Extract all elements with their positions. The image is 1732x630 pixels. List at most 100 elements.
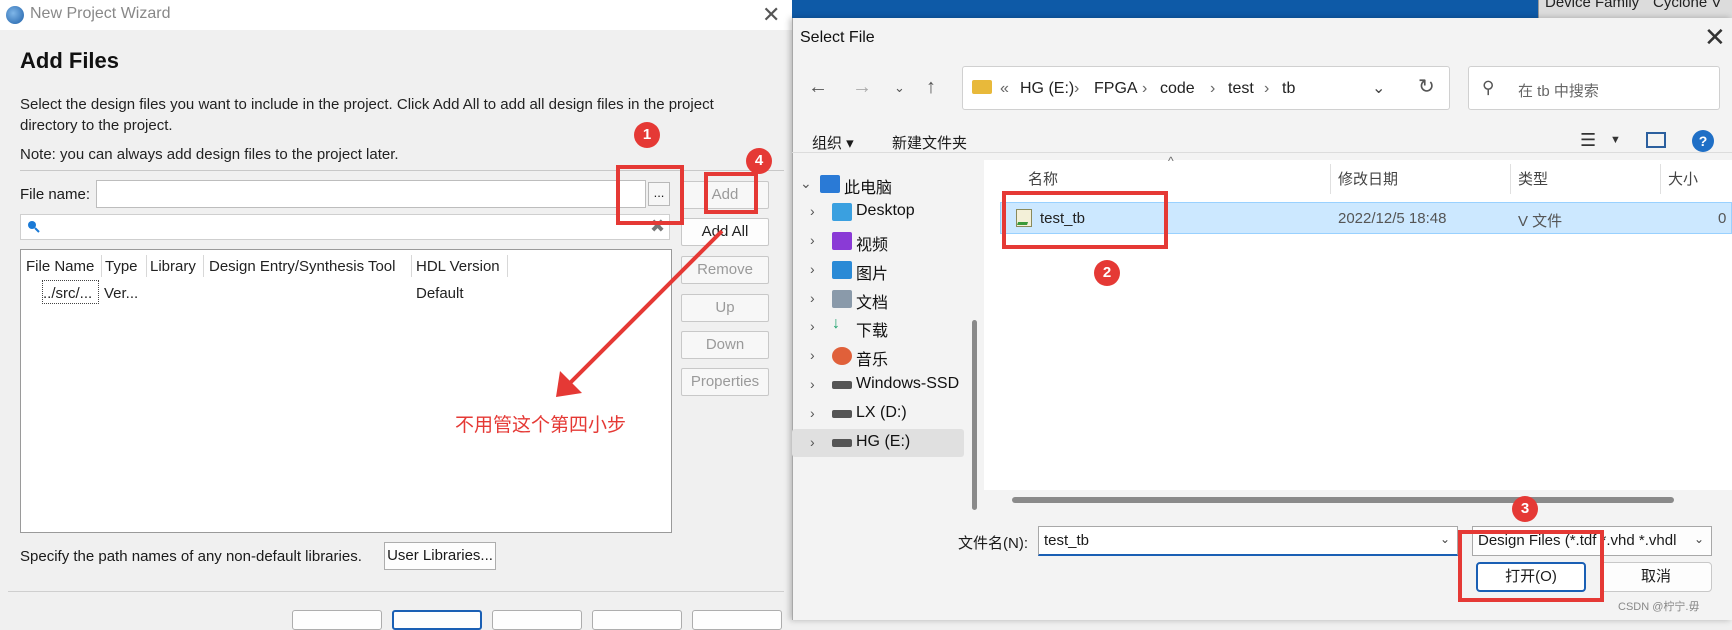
chevron-right-icon[interactable]: › — [810, 318, 815, 334]
tree-item-windows-ssd[interactable]: › Windows-SSD — [792, 371, 964, 399]
table-cell-type[interactable]: Ver... — [104, 285, 138, 302]
view-dropdown-icon[interactable]: ▼ — [1610, 134, 1621, 146]
help-icon[interactable]: ? — [1692, 130, 1714, 152]
tree-item-music[interactable]: › 音乐 — [792, 342, 964, 370]
desktop-icon — [832, 203, 852, 221]
table-cell-hdl-version[interactable]: Default — [416, 285, 464, 302]
chevron-right-icon[interactable]: › — [810, 347, 815, 363]
column-header[interactable]: Design Entry/Synthesis Tool — [209, 258, 395, 275]
toolbar-divider — [792, 152, 1732, 153]
column-header-name[interactable]: 名称 — [1028, 168, 1058, 189]
tree-item-downloads[interactable]: › ↓ 下载 — [792, 313, 964, 341]
watermark: CSDN @柠宁.毋 — [1618, 601, 1700, 613]
breadcrumb-item[interactable]: test — [1228, 80, 1254, 98]
device-family-value: Cyclone V — [1653, 0, 1722, 11]
back-arrow-icon[interactable]: ← — [808, 76, 828, 99]
next-button[interactable] — [392, 610, 482, 630]
tree-item-pictures[interactable]: › 图片 — [792, 256, 964, 284]
tree-item-label: 此电脑 — [844, 180, 893, 197]
tree-item-desktop[interactable]: › Desktop — [792, 198, 964, 226]
back-button[interactable] — [292, 610, 382, 630]
tree-item-label: Windows-SSD — [856, 375, 960, 392]
chevron-right-icon[interactable]: › — [810, 405, 815, 421]
column-separator[interactable] — [1660, 164, 1661, 194]
column-separator[interactable] — [1330, 164, 1331, 194]
cancel-button[interactable]: 取消 — [1600, 562, 1712, 592]
column-separator[interactable] — [1510, 164, 1511, 194]
column-header[interactable]: HDL Version — [416, 258, 500, 275]
tree-item-videos[interactable]: › 视频 — [792, 227, 964, 255]
music-icon — [832, 347, 852, 365]
column-header[interactable]: File Name — [26, 258, 94, 275]
chevron-right-icon[interactable]: › — [810, 290, 815, 306]
folder-icon — [972, 80, 992, 94]
chevron-right-icon[interactable]: › — [810, 434, 815, 450]
new-folder-button[interactable]: 新建文件夹 — [892, 132, 967, 153]
video-icon — [832, 232, 852, 250]
chevron-right-icon: › — [1210, 80, 1216, 97]
tree-item-label: 图片 — [856, 266, 889, 283]
user-libraries-button[interactable]: User Libraries... — [384, 542, 496, 570]
breadcrumb-overflow[interactable]: « — [1000, 80, 1009, 98]
chevron-right-icon[interactable]: › — [810, 232, 815, 248]
file-name-label: File name: — [20, 186, 91, 203]
tree-item-lx-drive[interactable]: › LX (D:) — [792, 400, 964, 428]
sort-ascending-icon: ^ — [1168, 154, 1174, 168]
annotation-box-browse — [616, 165, 684, 225]
organize-button[interactable]: 组织 ▾ — [812, 132, 854, 153]
up-arrow-icon[interactable]: ↑ — [926, 76, 936, 99]
filter-dropdown-icon[interactable]: ⌄ — [1694, 532, 1704, 546]
recent-chevron-icon[interactable]: ⌄ — [894, 80, 905, 96]
file-size-cell: 0 — [1718, 210, 1727, 227]
annotation-box-open — [1458, 530, 1604, 602]
navigation-tree: ⌄ 此电脑 › Desktop › 视频 › 图片 › 文档 › ↓ 下载 › … — [792, 160, 970, 510]
filename-dropdown-icon[interactable]: ⌄ — [1440, 532, 1450, 546]
tree-scrollbar[interactable] — [972, 320, 977, 510]
filename-input[interactable] — [1038, 526, 1458, 556]
breadcrumb-item[interactable]: code — [1160, 80, 1195, 98]
chevron-right-icon[interactable]: › — [810, 261, 815, 277]
column-header[interactable]: Type — [105, 258, 138, 275]
annotation-badge-1: 1 — [634, 122, 660, 148]
breadcrumb-item[interactable]: HG (E:) — [1020, 80, 1074, 98]
column-header-size[interactable]: 大小 — [1668, 168, 1698, 189]
dialog-title: Select File — [800, 29, 875, 46]
chevron-down-icon[interactable]: ⌄ — [800, 175, 812, 192]
file-name-input[interactable] — [96, 180, 646, 208]
chevron-right-icon[interactable]: › — [810, 203, 815, 219]
column-header-modified[interactable]: 修改日期 — [1338, 168, 1398, 189]
help-button[interactable] — [692, 610, 782, 630]
column-separator[interactable] — [203, 255, 204, 277]
column-separator[interactable] — [507, 255, 508, 277]
wizard-close-icon[interactable]: ✕ — [762, 2, 780, 28]
tree-item-documents[interactable]: › 文档 — [792, 285, 964, 313]
quartus-logo-icon — [6, 6, 24, 24]
file-type-cell: V 文件 — [1518, 213, 1563, 230]
address-dropdown-icon[interactable]: ⌄ — [1372, 78, 1385, 98]
search-icon — [28, 221, 40, 233]
breadcrumb-item[interactable]: FPGA — [1094, 80, 1138, 98]
forward-arrow-icon[interactable]: → — [852, 76, 872, 99]
computer-icon — [820, 175, 840, 193]
horizontal-scrollbar[interactable] — [1012, 497, 1674, 503]
refresh-icon[interactable]: ↻ — [1418, 74, 1435, 99]
chevron-right-icon: › — [1142, 80, 1148, 97]
column-header-type[interactable]: 类型 — [1518, 168, 1548, 189]
cancel-wizard-button[interactable] — [592, 610, 682, 630]
view-list-icon[interactable]: ☰ — [1580, 130, 1596, 151]
finish-button[interactable] — [492, 610, 582, 630]
tree-item-hg-drive[interactable]: › HG (E:) — [792, 429, 964, 457]
dialog-close-icon[interactable]: ✕ — [1704, 22, 1726, 53]
column-header[interactable]: Library — [150, 258, 196, 275]
column-separator[interactable] — [411, 255, 412, 277]
column-separator[interactable] — [101, 255, 102, 277]
table-cell-file-name[interactable]: ../src/... — [43, 285, 92, 302]
chevron-right-icon[interactable]: › — [810, 376, 815, 392]
column-separator[interactable] — [146, 255, 147, 277]
preview-pane-icon[interactable] — [1646, 132, 1666, 148]
tree-item-label: 视频 — [856, 237, 889, 254]
filename-value[interactable]: test_tb — [1044, 532, 1089, 549]
file-modified-cell: 2022/12/5 18:48 — [1338, 210, 1447, 227]
tree-item-this-pc[interactable]: ⌄ 此电脑 — [792, 170, 964, 198]
breadcrumb-item[interactable]: tb — [1282, 80, 1295, 98]
